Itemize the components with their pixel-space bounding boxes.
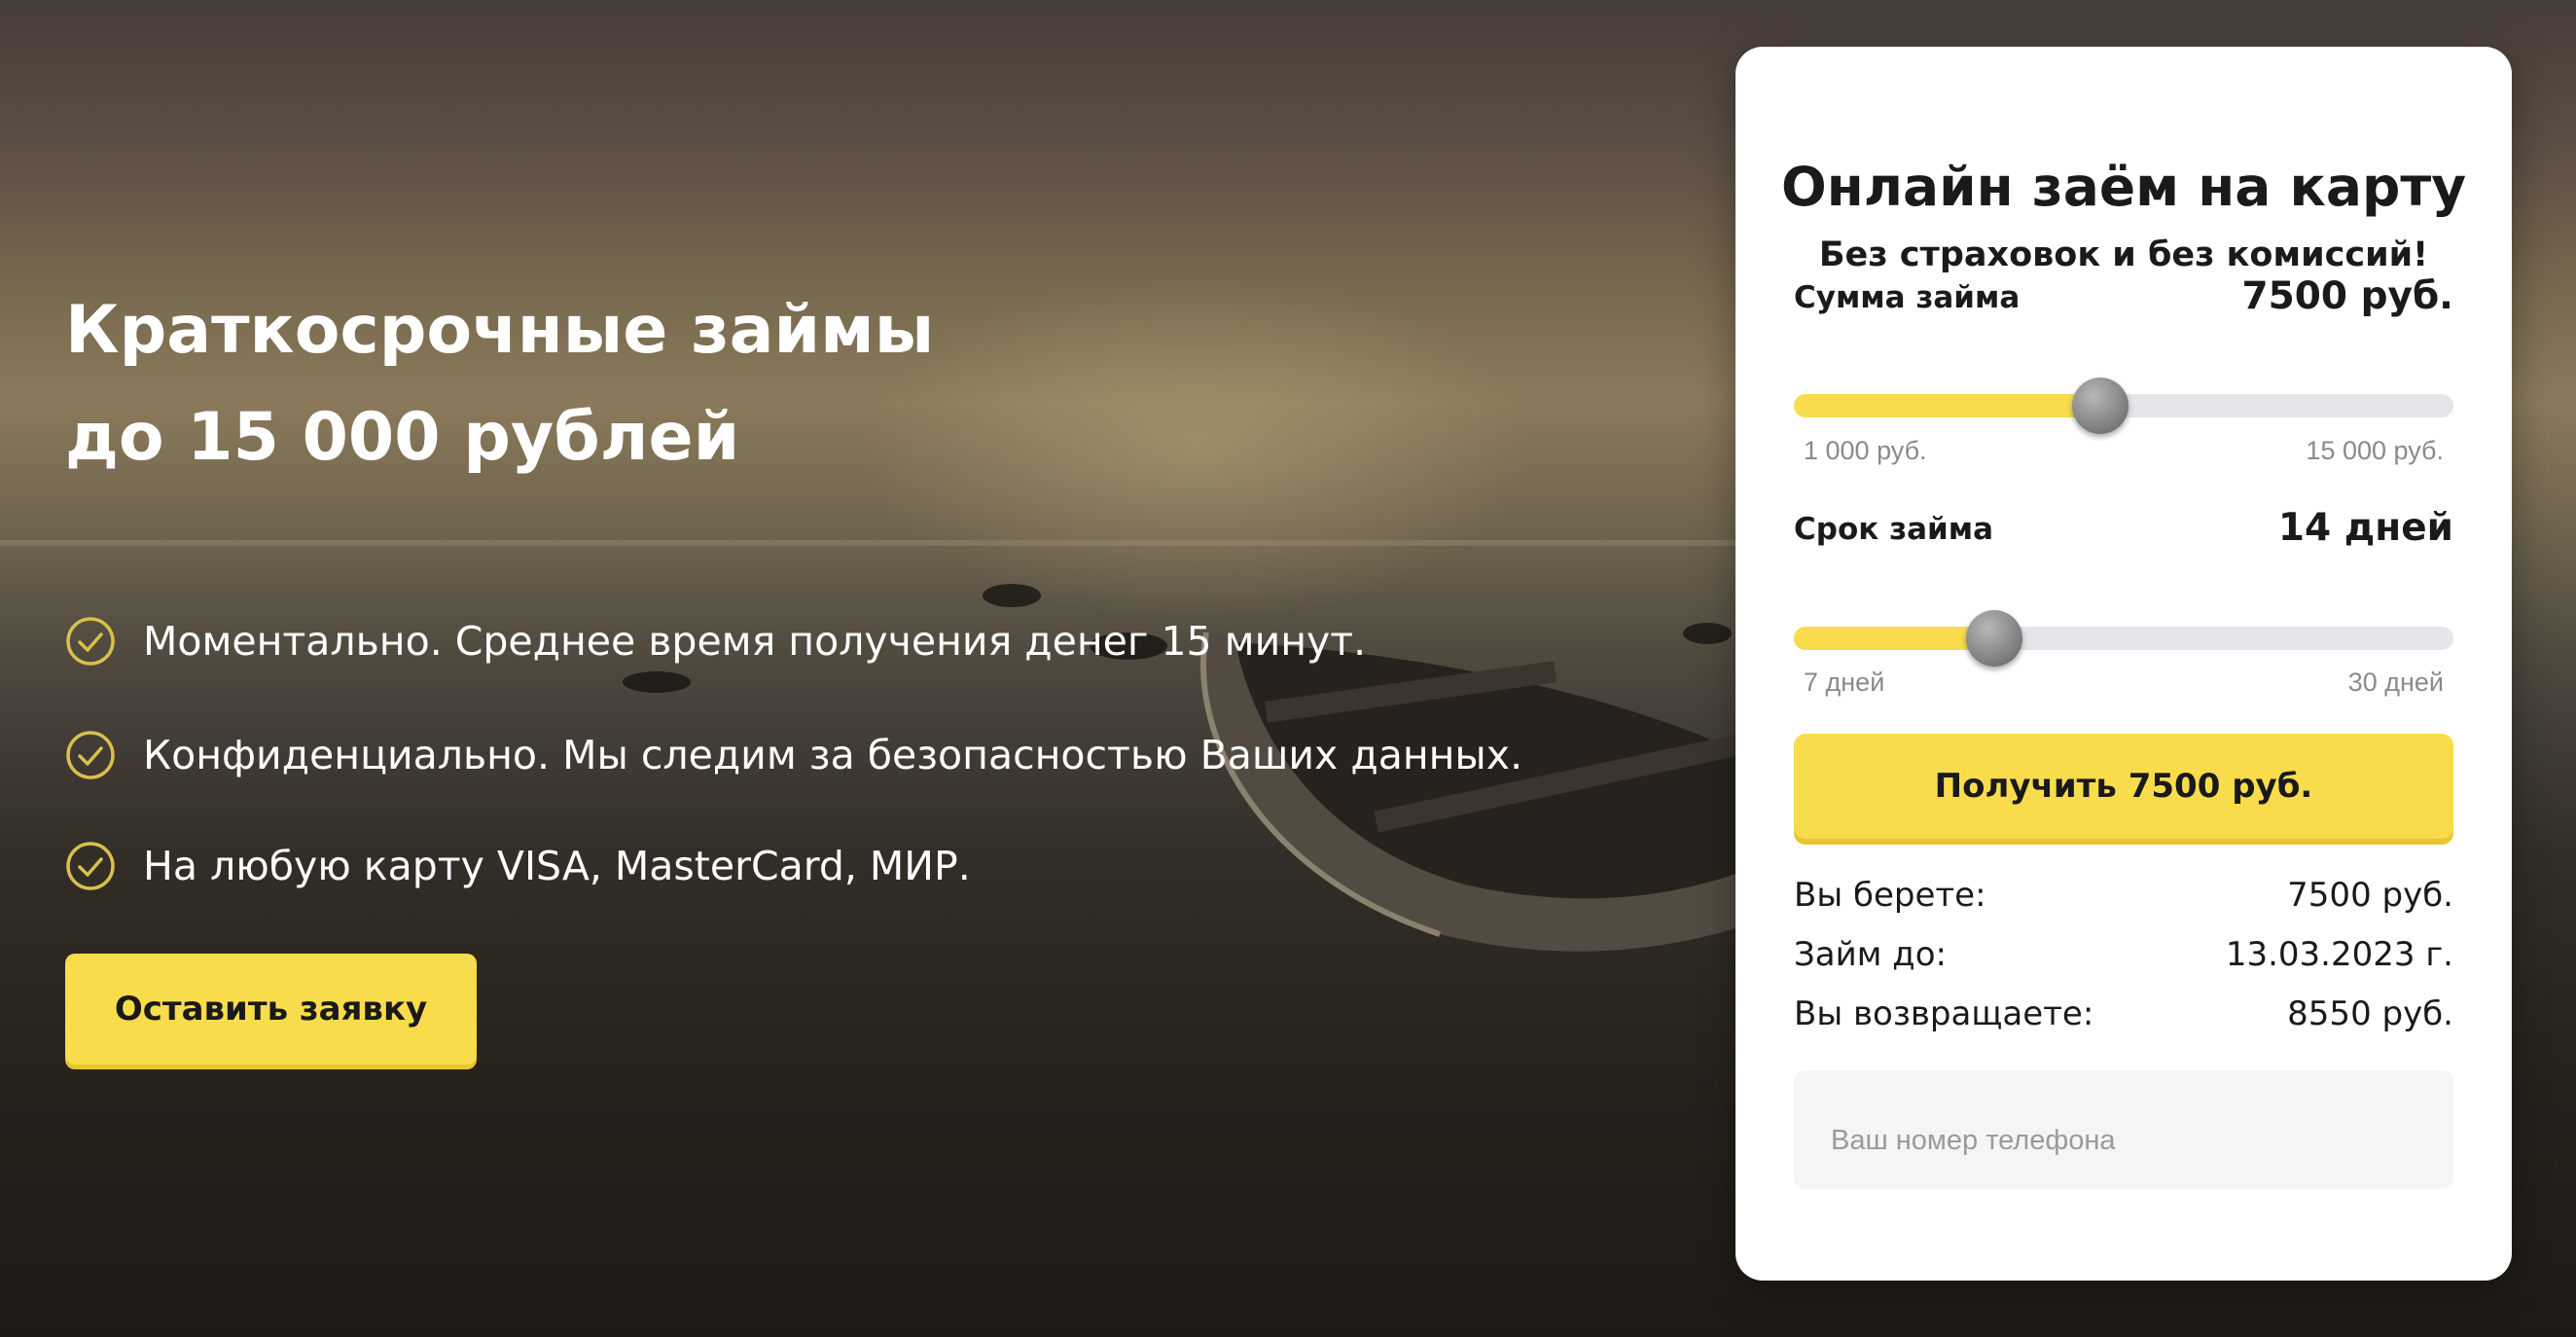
hero-headline: Краткосрочные займы до 15 000 рублей bbox=[65, 277, 934, 491]
term-slider[interactable] bbox=[1794, 610, 2453, 667]
apply-button[interactable]: Оставить заявку bbox=[65, 954, 477, 1065]
benefit-item: Конфиденциально. Мы следим за безопаснос… bbox=[65, 730, 1522, 780]
calculator-title: Онлайн заём на карту bbox=[1780, 156, 2467, 218]
benefit-text: Моментально. Среднее время получения ден… bbox=[143, 618, 1367, 665]
hero-headline-line2: до 15 000 рублей bbox=[65, 399, 740, 476]
amount-max-label: 15 000 руб. bbox=[2306, 436, 2444, 465]
get-loan-button[interactable]: Получить 7500 руб. bbox=[1794, 734, 2453, 839]
amount-slider-thumb[interactable] bbox=[2071, 378, 2129, 434]
summary-due-date-value: 13.03.2023 г. bbox=[2225, 935, 2453, 974]
term-slider-fill bbox=[1794, 627, 1995, 650]
summary-borrow-label: Вы берете: bbox=[1794, 876, 1986, 915]
calculator-subtitle: Без страховок и без комиссий! bbox=[1818, 235, 2429, 274]
term-value: 14 дней bbox=[2277, 506, 2453, 550]
amount-label: Сумма займа bbox=[1794, 280, 2021, 315]
check-circle-icon bbox=[66, 617, 115, 666]
summary-borrow-value: 7500 руб. bbox=[2287, 876, 2453, 915]
benefit-text: Конфиденциально. Мы следим за безопаснос… bbox=[143, 732, 1523, 778]
amount-value: 7500 руб. bbox=[2241, 274, 2453, 318]
summary-due-date-label: Займ до: bbox=[1794, 935, 1947, 974]
check-circle-icon bbox=[66, 731, 115, 779]
term-min-label: 7 дней bbox=[1804, 668, 1885, 697]
phone-input[interactable] bbox=[1794, 1070, 2453, 1189]
amount-min-label: 1 000 руб. bbox=[1804, 436, 1927, 465]
hero-headline-line1: Краткосрочные займы bbox=[65, 292, 935, 369]
amount-slider[interactable] bbox=[1794, 378, 2453, 434]
term-label: Срок займа bbox=[1794, 512, 1993, 547]
loan-calculator-card: Онлайн заём на карту Без страховок и без… bbox=[1735, 47, 2512, 1281]
benefit-item: На любую карту VISA, MasterCard, МИР. bbox=[65, 841, 971, 891]
term-max-label: 30 дней bbox=[2347, 668, 2444, 697]
benefit-text: На любую карту VISA, MasterCard, МИР. bbox=[143, 843, 971, 889]
check-circle-icon bbox=[66, 842, 115, 890]
summary-repay-value: 8550 руб. bbox=[2287, 994, 2453, 1033]
summary-repay-label: Вы возвращаете: bbox=[1794, 994, 2094, 1033]
term-slider-thumb[interactable] bbox=[1966, 610, 2023, 667]
benefit-item: Моментально. Среднее время получения ден… bbox=[65, 616, 1366, 667]
amount-slider-fill bbox=[1794, 394, 2100, 417]
